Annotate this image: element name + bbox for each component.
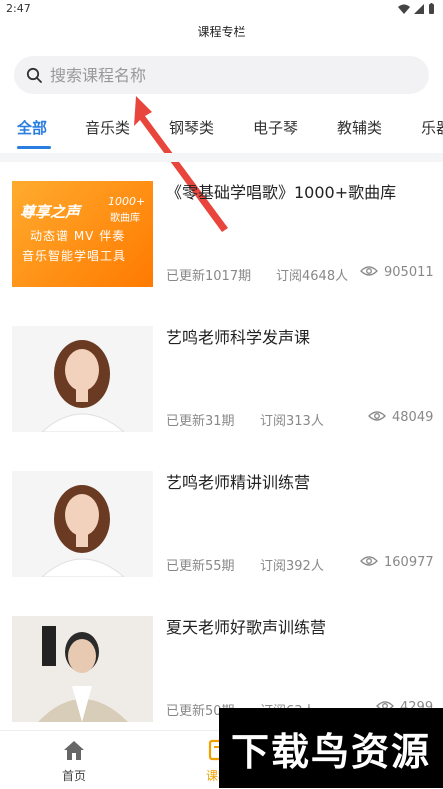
tab-teaching[interactable]: 教辅类 <box>337 117 382 138</box>
course-item[interactable]: 艺鸣老师科学发声课 已更新31期 订阅313人 48049 <box>0 326 443 436</box>
tab-piano[interactable]: 钢琴类 <box>169 117 214 138</box>
course-updated: 已更新55期 <box>166 559 235 574</box>
course-thumbnail <box>12 471 153 577</box>
course-subscribers: 订阅313人 <box>260 414 324 429</box>
course-views: 905011 <box>384 265 434 280</box>
nav-home-label: 首页 <box>61 769 86 783</box>
eye-icon <box>368 410 386 426</box>
thumbnail-line-2: 音乐智能学唱工具 <box>22 249 127 263</box>
course-updated: 已更新1017期 <box>166 269 252 284</box>
eye-icon <box>360 555 378 571</box>
course-item[interactable]: 艺鸣老师精讲训练营 已更新55期 订阅392人 160977 <box>0 471 443 581</box>
course-subscribers: 订阅392人 <box>260 559 324 574</box>
thumbnail-brand: 尊享之声 <box>20 203 81 221</box>
home-icon <box>64 741 84 760</box>
portrait-image <box>12 326 153 432</box>
thumbnail-line-1: 动态谱 MV 伴奏 <box>30 229 126 243</box>
course-thumbnail <box>12 616 153 722</box>
thumbnail-badge-bottom: 歌曲库 <box>110 213 140 224</box>
category-tabs: 全部 音乐类 钢琴类 电子琴 教辅类 乐器 <box>0 105 443 153</box>
course-thumbnail: 尊享之声 1000+ 歌曲库 动态谱 MV 伴奏 音乐智能学唱工具 <box>12 181 153 287</box>
course-title: 艺鸣老师科学发声课 <box>166 328 311 347</box>
course-views: 48049 <box>392 410 434 425</box>
course-title: 艺鸣老师精讲训练营 <box>166 473 311 492</box>
thumbnail-badge-top: 1000+ <box>108 195 146 208</box>
section-divider <box>0 153 443 162</box>
course-thumbnail <box>12 326 153 432</box>
course-title: 《零基础学唱歌》1000+歌曲库 <box>166 183 397 202</box>
portrait-image <box>12 471 153 577</box>
course-title: 夏天老师好歌声训练营 <box>166 618 327 637</box>
tab-music[interactable]: 音乐类 <box>85 117 130 138</box>
nav-home[interactable]: 首页 <box>52 739 96 784</box>
course-item[interactable]: 尊享之声 1000+ 歌曲库 动态谱 MV 伴奏 音乐智能学唱工具 《零基础学唱… <box>0 181 443 291</box>
course-subscribers: 订阅4648人 <box>276 269 349 284</box>
tab-all[interactable]: 全部 <box>17 117 47 138</box>
watermark: 下载鸟资源 <box>219 708 443 788</box>
course-updated: 已更新31期 <box>166 414 235 429</box>
eye-icon <box>360 265 378 281</box>
tab-instruments[interactable]: 乐器 <box>421 117 443 138</box>
course-views: 160977 <box>384 555 434 570</box>
tab-active-indicator <box>17 146 51 149</box>
tab-keyboard[interactable]: 电子琴 <box>253 117 298 138</box>
portrait-image <box>12 616 153 722</box>
